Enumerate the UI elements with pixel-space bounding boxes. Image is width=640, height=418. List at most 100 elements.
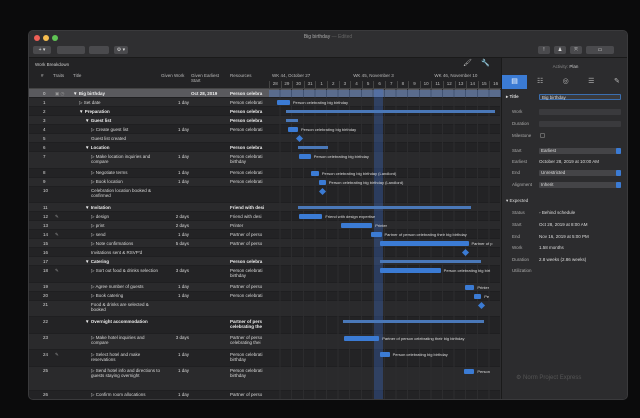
summary-bar[interactable] — [298, 146, 329, 149]
end-popup[interactable]: Unrestricted — [539, 170, 621, 176]
indent-button[interactable] — [57, 46, 85, 54]
row-given-work[interactable]: 1 day — [161, 293, 189, 298]
work-field[interactable] — [539, 109, 621, 115]
col-num[interactable]: # — [41, 73, 44, 78]
row-given-work[interactable]: 3 days — [161, 268, 189, 273]
row-title[interactable]: ▷ Note confirmations — [91, 241, 161, 246]
col-given-work[interactable]: Given Work — [161, 73, 184, 78]
task-bar[interactable] — [344, 335, 380, 341]
summary-bar[interactable] — [298, 206, 471, 209]
row-title[interactable]: ▼ Preparation — [79, 109, 161, 114]
row-title[interactable]: ▼ Location — [85, 145, 161, 150]
task-icon[interactable]: ▤ — [502, 75, 527, 89]
row-resources[interactable]: Friend with desi — [230, 214, 268, 219]
milestone-checkbox[interactable] — [540, 133, 545, 138]
row-title[interactable]: ▼ Catering — [85, 259, 161, 264]
row-given-work[interactable]: 5 days — [161, 241, 189, 246]
row-given-work[interactable]: 1 day — [161, 127, 189, 132]
row-title[interactable]: ▷ Book location — [91, 179, 161, 184]
row-title[interactable]: ▷ Agree number of guests — [91, 284, 161, 289]
wrench-icon[interactable]: 🔧 — [481, 59, 490, 67]
col-traits[interactable]: Traits — [53, 73, 64, 78]
row-resources[interactable]: Person celebrati — [230, 127, 268, 132]
summary-bar[interactable] — [343, 320, 484, 323]
alignment-popup[interactable]: Inherit — [539, 182, 621, 188]
row-given-work[interactable]: 1 day — [161, 232, 189, 237]
row-title[interactable]: Guest list created — [91, 136, 161, 141]
row-resources[interactable]: Person celebrati — [230, 100, 268, 105]
task-bar[interactable] — [340, 223, 373, 228]
row-title[interactable]: ▷ Book catering — [91, 293, 161, 298]
link-button[interactable] — [89, 46, 109, 54]
resource-assign-icon[interactable]: ☷ — [528, 75, 553, 89]
row-title[interactable]: Invitations sent & RSVP'd — [91, 250, 161, 255]
row-title[interactable]: ▼ Overnight accommodation — [85, 319, 161, 324]
row-title[interactable]: ▼ Guest list — [85, 118, 161, 123]
row-resources[interactable]: Partner of perso — [230, 284, 268, 289]
milestone-marker[interactable] — [319, 187, 327, 195]
row-given-work[interactable]: 2 days — [161, 214, 189, 219]
title-field[interactable]: Big birthday — [539, 94, 621, 100]
row-title[interactable]: ▷ print — [91, 223, 161, 228]
row-given-work[interactable]: 2 days — [161, 223, 189, 228]
brush-icon[interactable]: 🖌 — [463, 59, 472, 67]
row-title[interactable]: ▷ send — [91, 232, 161, 237]
task-bar[interactable] — [299, 154, 311, 159]
task-bar[interactable] — [380, 352, 390, 357]
row-given-work[interactable]: 1 day — [161, 368, 189, 373]
task-bar[interactable] — [380, 268, 441, 273]
row-resources[interactable]: Person celebrati — [230, 293, 268, 298]
row-resources[interactable]: Partner of perso — [230, 392, 268, 397]
task-bar[interactable] — [310, 170, 319, 176]
task-bar[interactable] — [287, 127, 298, 132]
row-title[interactable]: Celebration location booked & confirmed — [91, 188, 161, 198]
earliest-value[interactable]: October 28, 2019 at 10:00 AM — [539, 159, 599, 164]
list-icon[interactable]: ☰ — [579, 75, 604, 89]
row-given-work[interactable]: 1 day — [161, 352, 189, 357]
resource-icon[interactable]: ♟ — [554, 46, 566, 54]
row-resources[interactable]: Person celebrati birthday — [230, 268, 268, 278]
row-title[interactable]: ▷ Make hotel inquiries and compare — [91, 335, 161, 345]
summary-bar[interactable] — [269, 90, 501, 97]
milestone-marker[interactable] — [461, 248, 470, 257]
task-bar[interactable] — [299, 214, 323, 219]
row-title[interactable]: ▷ design — [91, 214, 161, 219]
row-resources[interactable]: Person celebra — [230, 91, 268, 96]
row-resources[interactable]: Person celebra — [230, 118, 268, 123]
row-resources[interactable]: Partner of perso — [230, 241, 268, 246]
col-resources[interactable]: Resources — [230, 73, 252, 78]
row-resources[interactable]: Person celebra — [230, 109, 268, 114]
milestone-marker[interactable] — [296, 134, 304, 143]
summary-bar[interactable] — [380, 260, 482, 263]
row-given-work[interactable]: 1 day — [161, 100, 189, 105]
summary-bar[interactable] — [286, 119, 298, 122]
row-given-work[interactable]: 1 day — [161, 154, 189, 159]
row-resources[interactable]: Partner of perso celebrating thei — [230, 335, 268, 345]
row-resources[interactable]: Person celebrati birthday — [230, 352, 268, 362]
row-resources[interactable]: Person celebra — [230, 259, 268, 264]
row-resources[interactable]: Person celebrati birthday — [230, 154, 268, 164]
task-bar[interactable] — [277, 100, 290, 105]
row-given-work[interactable]: 1 day — [161, 170, 189, 175]
row-given-work[interactable]: 1 day — [161, 179, 189, 184]
expected-disclosure[interactable]: ▾ Expected — [506, 198, 528, 204]
settings-button[interactable]: ⚙ ▾ — [114, 46, 128, 54]
col-earliest-start[interactable]: Given Earliest Start — [191, 73, 227, 83]
row-resources[interactable]: Person celebrati birthday — [230, 368, 268, 378]
summary-bar[interactable] — [286, 110, 496, 113]
row-resources[interactable]: Partner of pers celebrating the — [230, 319, 268, 329]
task-bar[interactable] — [371, 232, 382, 237]
add-button[interactable]: + ▾ — [33, 46, 51, 54]
col-title[interactable]: Title — [73, 73, 81, 78]
start-popup[interactable]: Earliest — [539, 148, 621, 154]
row-given-work[interactable]: 1 day — [161, 284, 189, 289]
network-icon[interactable]: ⤧ — [570, 46, 582, 54]
view-icon[interactable]: ▭ — [586, 46, 614, 54]
row-title[interactable]: ▷ Send hotel info and directions to gues… — [91, 368, 161, 378]
row-title[interactable]: ▷ Negotiate terms — [91, 170, 161, 175]
task-bar[interactable] — [380, 241, 469, 246]
row-given-work[interactable]: 1 day — [161, 392, 189, 397]
timer-icon[interactable]: ◎ — [553, 75, 578, 89]
row-earliest-start[interactable]: Oct 28, 2019 — [191, 91, 217, 96]
info-icon[interactable]: ! — [538, 46, 550, 54]
